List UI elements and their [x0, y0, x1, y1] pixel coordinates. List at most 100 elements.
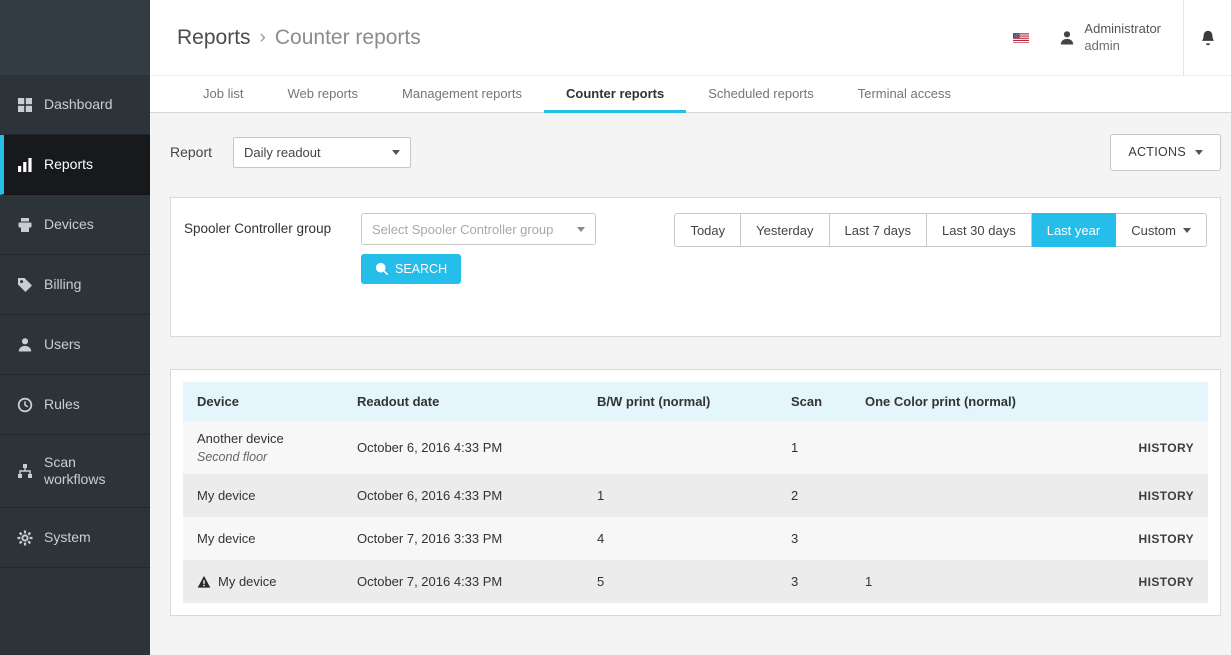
tab-label: Counter reports — [566, 86, 664, 101]
breadcrumb-section[interactable]: Reports — [177, 26, 251, 50]
sidebar-item-label: Dashboard — [44, 96, 113, 114]
report-select-value: Daily readout — [244, 145, 321, 160]
actions-label: ACTIONS — [1128, 145, 1186, 159]
spooler-group-placeholder: Select Spooler Controller group — [372, 222, 553, 237]
range-last-7-days-button[interactable]: Last 7 days — [830, 213, 928, 247]
sidebar-item-devices[interactable]: Devices — [0, 195, 150, 255]
sidebar-item-rules[interactable]: Rules — [0, 375, 150, 435]
workflow-icon — [17, 463, 33, 479]
table-row: My device October 7, 2016 3:33 PM 4 3 HI… — [183, 517, 1208, 560]
history-link[interactable]: HISTORY — [1101, 474, 1208, 517]
history-link[interactable]: HISTORY — [1101, 517, 1208, 560]
device-cell: My device — [183, 474, 343, 517]
topbar-right: Administrator admin — [1013, 0, 1231, 75]
device-name: My device — [218, 574, 277, 589]
bar-chart-icon — [17, 157, 33, 173]
device-cell: My device — [183, 560, 343, 603]
scan-cell: 1 — [777, 421, 851, 474]
sidebar-item-label: Scan workflows — [44, 454, 136, 489]
range-label: Last 7 days — [845, 223, 912, 238]
device-name: My device — [197, 488, 256, 503]
column-header-device: Device — [183, 382, 343, 421]
sidebar-item-scan-workflows[interactable]: Scan workflows — [0, 435, 150, 508]
readout-date-cell: October 7, 2016 3:33 PM — [343, 517, 583, 560]
us-flag-icon[interactable] — [1013, 30, 1029, 46]
sidebar-item-label: Devices — [44, 216, 94, 234]
tab-label: Scheduled reports — [708, 86, 814, 101]
report-label: Report — [170, 144, 212, 160]
range-last-year-button[interactable]: Last year — [1032, 213, 1116, 247]
user-icon — [1059, 30, 1075, 46]
sidebar-item-label: Reports — [44, 156, 93, 174]
bw-print-cell: 4 — [583, 517, 777, 560]
range-yesterday-button[interactable]: Yesterday — [741, 213, 829, 247]
one-color-cell — [851, 517, 1101, 560]
history-link[interactable]: HISTORY — [1101, 421, 1208, 474]
clock-icon — [17, 397, 33, 413]
bell-icon — [1200, 30, 1216, 46]
sidebar-item-label: Rules — [44, 396, 80, 414]
content: Report Daily readout ACTIONS Spooler Con… — [150, 113, 1231, 655]
filter-panel: Spooler Controller group Select Spooler … — [170, 197, 1221, 337]
scan-cell: 3 — [777, 517, 851, 560]
table-row: My device October 6, 2016 4:33 PM 1 2 HI… — [183, 474, 1208, 517]
history-link[interactable]: HISTORY — [1101, 560, 1208, 603]
sidebar-logo — [0, 0, 150, 75]
printer-icon — [17, 217, 33, 233]
date-range-group: Today Yesterday Last 7 days Last 30 days… — [674, 213, 1207, 247]
main: Reports › Counter reports Administrator … — [150, 0, 1231, 655]
tab-terminal-access[interactable]: Terminal access — [836, 76, 973, 113]
sidebar-item-billing[interactable]: Billing — [0, 255, 150, 315]
breadcrumb-separator-icon: › — [260, 27, 266, 49]
sidebar-item-users[interactable]: Users — [0, 315, 150, 375]
tab-job-list[interactable]: Job list — [181, 76, 265, 113]
warning-icon — [197, 575, 211, 589]
tab-scheduled-reports[interactable]: Scheduled reports — [686, 76, 836, 113]
readout-date-cell: October 6, 2016 4:33 PM — [343, 474, 583, 517]
spooler-group-select[interactable]: Select Spooler Controller group — [361, 213, 596, 245]
column-header-one-color-print: One Color print (normal) — [851, 382, 1101, 421]
sidebar-item-dashboard[interactable]: Dashboard — [0, 75, 150, 135]
user-name: Administrator — [1084, 21, 1161, 38]
column-header-readout-date: Readout date — [343, 382, 583, 421]
actions-button[interactable]: ACTIONS — [1110, 134, 1221, 171]
tab-web-reports[interactable]: Web reports — [265, 76, 380, 113]
search-button[interactable]: SEARCH — [361, 254, 461, 284]
sidebar-item-system[interactable]: System — [0, 508, 150, 568]
range-today-button[interactable]: Today — [674, 213, 741, 247]
tab-counter-reports[interactable]: Counter reports — [544, 76, 686, 113]
sidebar-item-label: System — [44, 529, 91, 547]
range-custom-button[interactable]: Custom — [1116, 213, 1207, 247]
dashboard-icon — [17, 97, 33, 113]
scan-cell: 2 — [777, 474, 851, 517]
sidebar-item-label: Billing — [44, 276, 81, 294]
chevron-down-icon — [1195, 150, 1203, 155]
report-row: Report Daily readout ACTIONS — [170, 133, 1221, 171]
sidebar-item-reports[interactable]: Reports — [0, 135, 150, 195]
user-menu[interactable]: Administrator admin — [1059, 21, 1161, 55]
report-select[interactable]: Daily readout — [233, 137, 411, 168]
user-role: admin — [1084, 38, 1161, 55]
tab-management-reports[interactable]: Management reports — [380, 76, 544, 113]
range-last-30-days-button[interactable]: Last 30 days — [927, 213, 1032, 247]
readout-date-cell: October 6, 2016 4:33 PM — [343, 421, 583, 474]
gear-icon — [17, 530, 33, 546]
column-header-bw-print: B/W print (normal) — [583, 382, 777, 421]
bw-print-cell: 5 — [583, 560, 777, 603]
search-icon — [375, 262, 389, 276]
device-name: Another device — [197, 431, 284, 446]
chevron-down-icon — [1183, 228, 1191, 233]
spooler-group-label: Spooler Controller group — [184, 213, 347, 245]
notifications-button[interactable] — [1183, 0, 1231, 75]
bw-print-cell — [583, 421, 777, 474]
sidebar-item-label: Users — [44, 336, 81, 354]
range-label: Today — [690, 223, 725, 238]
readout-date-cell: October 7, 2016 4:33 PM — [343, 560, 583, 603]
one-color-cell — [851, 421, 1101, 474]
scan-cell: 3 — [777, 560, 851, 603]
table-row: My device October 7, 2016 4:33 PM 5 3 1 … — [183, 560, 1208, 603]
device-cell: My device — [183, 517, 343, 560]
sidebar: Dashboard Reports Devices Billing Users … — [0, 0, 150, 655]
search-label: SEARCH — [395, 262, 447, 276]
one-color-cell: 1 — [851, 560, 1101, 603]
